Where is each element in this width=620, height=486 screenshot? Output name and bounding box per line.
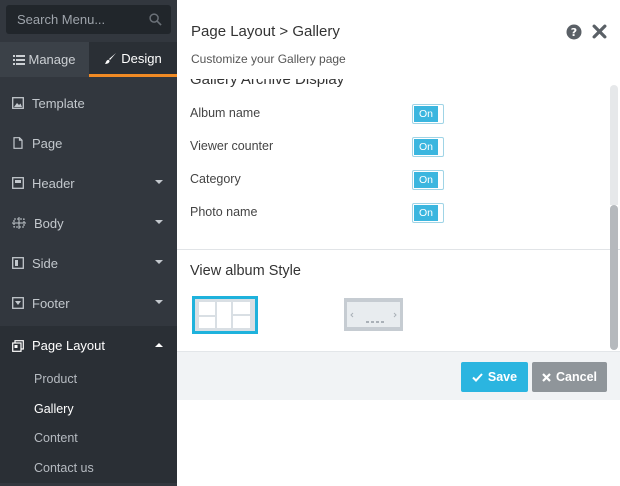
close-icon[interactable] xyxy=(592,24,607,39)
sidebar: Manage Design Template Page xyxy=(0,0,177,486)
image-icon xyxy=(12,97,24,109)
setting-label: Album name xyxy=(190,106,261,120)
chevron-down-icon xyxy=(155,220,163,224)
cancel-label: Cancel xyxy=(556,370,597,384)
sidebar-item-header[interactable]: Header xyxy=(0,163,177,203)
viewer-counter-toggle[interactable]: On xyxy=(412,137,444,157)
setting-label: Viewer counter xyxy=(190,139,274,153)
scrollbar-thumb[interactable] xyxy=(610,205,618,350)
slider-layout-icon xyxy=(347,302,400,327)
category-toggle[interactable]: On xyxy=(412,170,444,190)
page-icon xyxy=(13,137,23,149)
tab-manage-label: Manage xyxy=(28,52,76,67)
view-style-title: View album Style xyxy=(190,263,301,279)
search-box xyxy=(6,5,171,34)
setting-row-viewer-counter: Viewer counter On xyxy=(190,137,450,157)
close-icon xyxy=(542,372,551,382)
page-layout-icon xyxy=(12,339,24,352)
tab-design-label: Design xyxy=(121,50,162,66)
side-icon xyxy=(12,257,24,269)
album-name-toggle[interactable]: On xyxy=(412,104,444,124)
toggle-state: On xyxy=(414,172,438,188)
check-icon xyxy=(472,372,483,382)
setting-label: Category xyxy=(190,172,241,186)
tab-manage[interactable]: Manage xyxy=(0,42,88,77)
header-icon xyxy=(12,177,24,189)
list-icon xyxy=(12,54,25,65)
help-icon[interactable]: ? xyxy=(566,24,582,40)
sidebar-item-label: Template xyxy=(32,95,85,111)
svg-text:?: ? xyxy=(571,26,577,39)
chevron-down-icon xyxy=(155,180,163,184)
submenu-item-gallery[interactable]: Gallery xyxy=(0,395,177,425)
cancel-button[interactable]: Cancel xyxy=(532,362,607,392)
sidebar-item-label: Header xyxy=(32,175,75,191)
section-divider xyxy=(177,249,620,250)
save-button[interactable]: Save xyxy=(461,362,528,392)
toggle-state: On xyxy=(414,139,438,155)
setting-row-category: Category On xyxy=(190,170,450,190)
panel-scroll-area[interactable]: Gallery Archive Display Album name On Vi… xyxy=(177,79,620,351)
sidebar-item-template[interactable]: Template xyxy=(0,83,177,123)
save-label: Save xyxy=(487,370,518,384)
sidebar-tabs: Manage Design xyxy=(0,42,177,77)
sidebar-item-label: Body xyxy=(34,215,64,231)
slider-style-option[interactable] xyxy=(344,298,403,331)
submenu-item-content[interactable]: Content xyxy=(0,424,177,454)
search-input[interactable] xyxy=(6,5,146,34)
sidebar-item-footer[interactable]: Footer xyxy=(0,283,177,323)
sidebar-item-label: Page Layout xyxy=(32,338,106,353)
setting-row-photo-name: Photo name On xyxy=(190,203,450,223)
panel-title: Page Layout > Gallery xyxy=(191,23,340,40)
brush-icon xyxy=(105,52,117,64)
sidebar-item-body[interactable]: Body xyxy=(0,203,177,243)
scrollbar-track[interactable] xyxy=(610,85,618,205)
setting-label: Photo name xyxy=(190,205,258,219)
toggle-state: On xyxy=(414,205,438,221)
photo-name-toggle[interactable]: On xyxy=(412,203,444,223)
tab-design[interactable]: Design xyxy=(89,42,177,77)
sidebar-item-label: Footer xyxy=(32,295,70,311)
grid-style-option[interactable] xyxy=(192,296,258,334)
panel-footer: Save Cancel xyxy=(177,351,620,400)
body-icon xyxy=(12,217,26,229)
chevron-up-icon xyxy=(155,343,163,347)
sidebar-menu: Template Page Header Body Side Footer Pa… xyxy=(0,83,177,483)
submenu-item-product[interactable]: Product xyxy=(0,365,177,395)
sidebar-item-page[interactable]: Page xyxy=(0,123,177,163)
sidebar-item-page-layout[interactable]: Page Layout xyxy=(0,326,177,365)
panel-subtitle: Customize your Gallery page xyxy=(191,52,346,66)
sidebar-item-label: Side xyxy=(32,255,59,271)
setting-row-album-name: Album name On xyxy=(190,104,450,124)
toggle-state: On xyxy=(414,106,438,122)
chevron-down-icon xyxy=(155,300,163,304)
page-layout-submenu: Product Gallery Content Contact us xyxy=(0,365,177,483)
section-heading: Gallery Archive Display xyxy=(190,79,345,88)
submenu-item-contact-us[interactable]: Contact us xyxy=(0,454,177,484)
sidebar-item-side[interactable]: Side xyxy=(0,243,177,283)
chevron-down-icon xyxy=(155,260,163,264)
sidebar-item-label: Page xyxy=(32,135,63,151)
grid-layout-icon xyxy=(199,302,250,328)
search-icon[interactable] xyxy=(149,13,162,26)
footer-icon xyxy=(12,297,24,309)
settings-panel: Page Layout > Gallery Customize your Gal… xyxy=(177,0,620,486)
